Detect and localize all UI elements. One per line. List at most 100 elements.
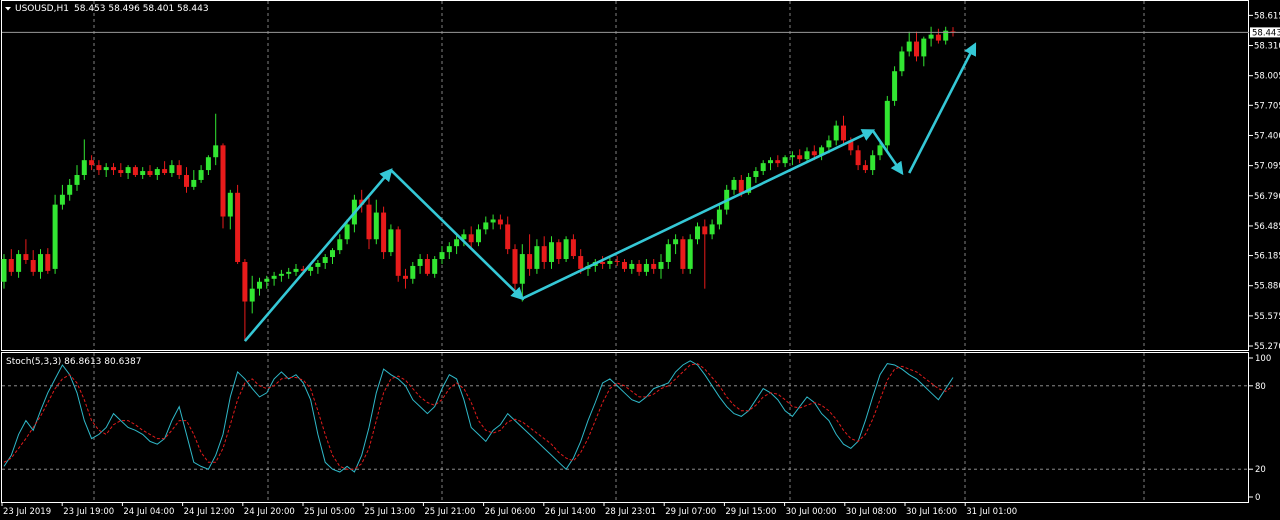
candle-body (643, 263, 649, 272)
candle-body (67, 184, 73, 195)
candle-body (483, 222, 489, 230)
time-tick-label: 29 Jul 07:00 (665, 507, 716, 517)
candle-body (264, 278, 270, 282)
candle-body (278, 273, 284, 276)
candle-body (695, 226, 700, 240)
candle-body (921, 38, 927, 57)
candle-body (198, 170, 204, 180)
candle-body (81, 160, 87, 176)
candle-body (154, 169, 160, 176)
candle-body (687, 239, 693, 269)
time-tick-label: 23 Jul 19:00 (63, 507, 114, 517)
candle-body (257, 281, 262, 289)
candle-body (570, 239, 576, 257)
stoch-tick-label: 0 (1255, 493, 1260, 503)
candle-body (629, 263, 635, 269)
candle-body (906, 41, 912, 52)
candle-body (103, 167, 109, 171)
candle-body (549, 242, 554, 262)
candle-body (147, 171, 153, 176)
price-tick-label: 57.095 (1254, 162, 1280, 172)
time-tick-label: 30 Jul 16:00 (906, 507, 957, 517)
candle-body (227, 192, 233, 217)
candle-body (45, 254, 51, 271)
time-tick-label: 25 Jul 21:00 (424, 507, 475, 517)
candle-body (454, 239, 460, 247)
candle-body (614, 260, 620, 262)
candle-body (439, 252, 445, 260)
candle-body (519, 254, 525, 284)
chart-background (0, 0, 1280, 520)
candle-body (132, 167, 138, 176)
candle-body (476, 229, 481, 243)
candle-body (673, 239, 679, 245)
candle-body (176, 165, 182, 176)
candle-body (381, 212, 387, 253)
candle-body (702, 226, 708, 235)
stoch-tick-label: 80 (1255, 382, 1266, 392)
candle-body (140, 171, 146, 176)
candle-body (622, 261, 627, 269)
price-tick-label: 58.615 (1254, 11, 1280, 21)
current-price-label: 58.443 (1252, 28, 1280, 38)
candle-body (782, 157, 788, 164)
candle-body (293, 268, 299, 272)
price-tick-label: 56.790 (1254, 192, 1280, 202)
candle-body (1, 259, 7, 282)
candle-body (344, 224, 350, 240)
candle-body (125, 167, 131, 174)
candle-body (388, 229, 394, 253)
candle-body (607, 260, 613, 264)
candle-body (709, 224, 715, 235)
candle-body (403, 275, 408, 279)
price-tick-label: 55.575 (1254, 312, 1280, 322)
candle-body (527, 254, 533, 269)
symbol-label[interactable]: USOUSD,H1 (15, 4, 69, 14)
candle-body (242, 261, 248, 302)
candle-body (636, 263, 642, 272)
candle-body (775, 160, 781, 164)
candle-body (118, 170, 124, 174)
candle-body (680, 239, 686, 269)
candle-body (855, 150, 861, 166)
time-tick-label: 30 Jul 00:00 (786, 507, 837, 517)
candle-body (658, 261, 664, 269)
candle-body (811, 151, 817, 156)
candle-body (797, 155, 803, 160)
candle-body (315, 262, 321, 267)
candle-body (220, 145, 226, 217)
candle-body (417, 259, 423, 266)
time-tick-label: 26 Jul 14:00 (545, 507, 596, 517)
candle-body (16, 254, 22, 272)
candle-body (169, 165, 175, 174)
time-tick-label: 30 Jul 08:00 (846, 507, 897, 517)
time-tick-label: 29 Jul 15:00 (725, 507, 776, 517)
candle-body (366, 204, 372, 240)
candle-body (914, 41, 919, 57)
candle-body (235, 192, 241, 262)
time-tick-label: 25 Jul 05:00 (304, 507, 355, 517)
candle-body (841, 125, 846, 141)
candle-body (162, 169, 168, 174)
candle-body (30, 260, 36, 272)
trading-chart[interactable]: 58.615 58.310 58.005 57.705 57.400 57.095 56.7… (0, 0, 1280, 520)
candle-body (373, 212, 379, 240)
candle-body (74, 175, 80, 185)
candle-body (760, 163, 766, 172)
time-tick-label: 24 Jul 12:00 (184, 507, 235, 517)
candle-body (8, 259, 14, 272)
candle-body (184, 175, 189, 187)
time-tick-label: 25 Jul 13:00 (364, 507, 415, 517)
candle-body (578, 256, 584, 269)
time-tick-label: 28 Jul 23:01 (605, 507, 656, 517)
candle-body (395, 229, 401, 276)
candle-body (38, 254, 43, 272)
price-tick-label: 58.310 (1254, 42, 1280, 52)
time-tick-label: 24 Jul 04:00 (123, 507, 174, 517)
candle-body (322, 257, 328, 263)
stoch-tick-label: 20 (1255, 465, 1266, 475)
candle-body (892, 71, 898, 101)
time-tick-label: 23 Jul 2019 (3, 507, 51, 517)
candle-body (556, 242, 562, 260)
candle-body (738, 179, 744, 193)
